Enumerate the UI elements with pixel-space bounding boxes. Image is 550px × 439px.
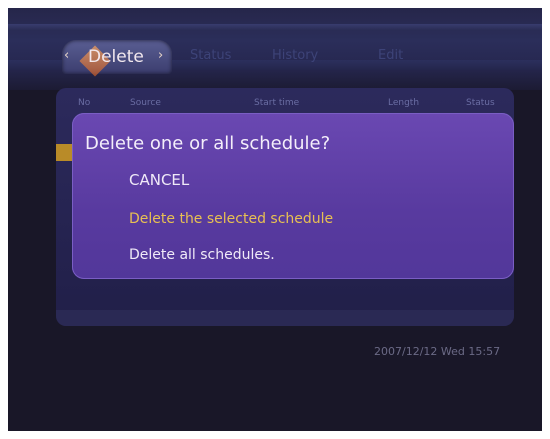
delete-dialog: Delete one or all schedule? CANCEL Delet…	[72, 113, 514, 279]
selected-row-marker[interactable]	[56, 144, 72, 161]
delete-selected-option[interactable]: Delete the selected schedule	[129, 211, 333, 227]
column-status: Status	[466, 98, 495, 108]
left-arrow-icon[interactable]: ‹	[64, 48, 69, 63]
tab-delete-label: Delete	[88, 47, 144, 67]
clock-readout: 2007/12/12 Wed 15:57	[374, 345, 501, 358]
delete-all-option[interactable]: Delete all schedules.	[129, 247, 275, 263]
tab-delete[interactable]: ‹ Delete ›	[62, 40, 172, 77]
cancel-option[interactable]: CANCEL	[129, 171, 189, 189]
column-source: Source	[130, 98, 161, 108]
tab-edit[interactable]: Edit	[378, 48, 403, 63]
tab-history[interactable]: History	[272, 48, 318, 63]
table-header: No Source Start time Length Status	[56, 96, 514, 114]
column-no: No	[78, 98, 91, 108]
dialog-title: Delete one or all schedule?	[85, 133, 331, 154]
tv-screen: ‹ Delete › Status History Edit No Source…	[8, 8, 542, 431]
column-length: Length	[388, 98, 420, 108]
tab-bar: ‹ Delete › Status History Edit	[58, 36, 538, 77]
tab-status[interactable]: Status	[190, 48, 231, 63]
column-start-time: Start time	[254, 98, 300, 108]
right-arrow-icon[interactable]: ›	[158, 48, 163, 63]
